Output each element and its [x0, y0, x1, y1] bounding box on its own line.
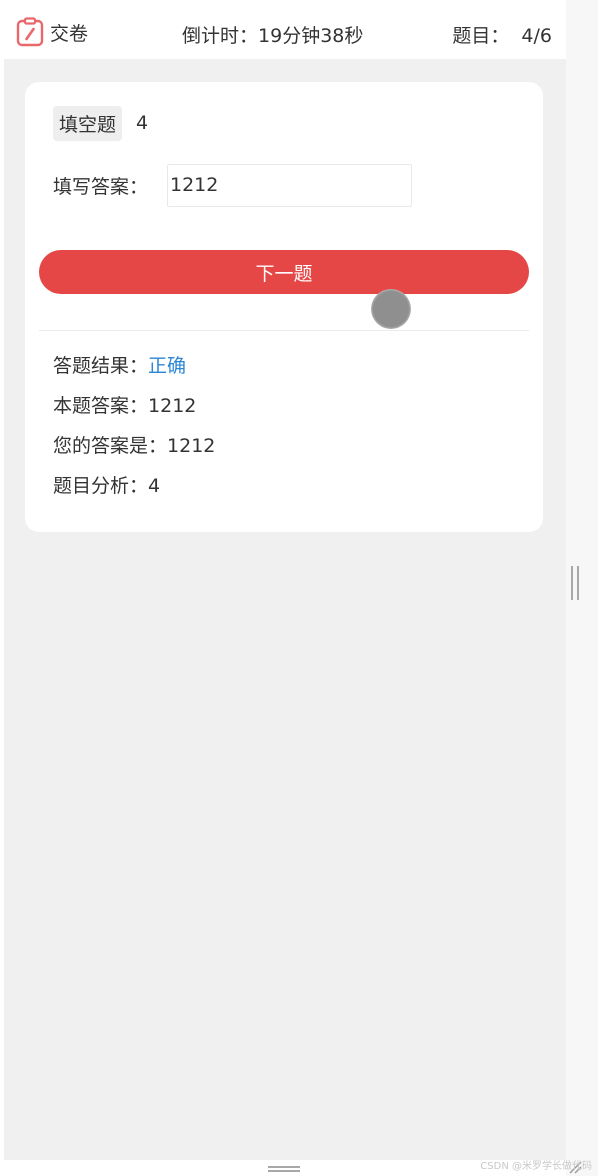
- answer-label: 填写答案：: [53, 175, 149, 198]
- clipboard-pen-icon: [16, 17, 44, 47]
- analysis-value: 4: [148, 475, 161, 497]
- question-type-tag: 填空题: [53, 105, 123, 141]
- answer-input[interactable]: [167, 163, 412, 207]
- timer-label: 倒计时：: [182, 25, 259, 47]
- submit-exam-button[interactable]: 交卷: [16, 16, 88, 48]
- result-outcome-value: 正确: [148, 355, 187, 377]
- touch-indicator: [371, 289, 411, 329]
- result-outcome-row: 答题结果：正确: [53, 346, 215, 386]
- your-answer-label: 您的答案是：: [53, 435, 168, 457]
- top-bar: 交卷 倒计时：19分钟38秒 题目： 4/6: [4, 4, 566, 59]
- correct-answer-row: 本题答案：1212: [53, 386, 215, 426]
- result-outcome-label: 答题结果：: [53, 355, 149, 377]
- question-header: 填空题 4: [53, 105, 149, 141]
- app-viewport: 交卷 倒计时：19分钟38秒 题目： 4/6 填空题 4 填写答案： 下一题 答题…: [4, 4, 566, 1160]
- question-card: 填空题 4 填写答案： 下一题 答题结果：正确 本题答案：1212 您的答案是：…: [25, 82, 543, 532]
- divider: [39, 330, 529, 331]
- analysis-row: 题目分析：4: [53, 466, 215, 506]
- countdown-timer: 倒计时：19分钟38秒: [182, 21, 363, 48]
- question-text: 4: [136, 112, 149, 134]
- analysis-label: 题目分析：: [53, 475, 149, 497]
- submit-exam-label: 交卷: [50, 22, 89, 45]
- progress-value: 4/6: [521, 25, 552, 47]
- result-section: 答题结果：正确 本题答案：1212 您的答案是：1212 题目分析：4: [53, 346, 215, 506]
- side-resize-handle[interactable]: [571, 566, 579, 600]
- your-answer-row: 您的答案是：1212: [53, 426, 215, 466]
- answer-row: 填写答案：: [53, 163, 412, 207]
- correct-answer-value: 1212: [148, 395, 197, 417]
- question-progress: 题目： 4/6: [452, 21, 552, 48]
- progress-label: 题目：: [452, 25, 510, 47]
- bottom-resize-handle[interactable]: [268, 1166, 300, 1172]
- correct-answer-label: 本题答案：: [53, 395, 149, 417]
- your-answer-value: 1212: [167, 435, 216, 457]
- watermark: CSDN @米罗学长做代码: [480, 1161, 592, 1172]
- timer-value: 19分钟38秒: [258, 25, 364, 47]
- next-question-button[interactable]: 下一题: [39, 250, 529, 294]
